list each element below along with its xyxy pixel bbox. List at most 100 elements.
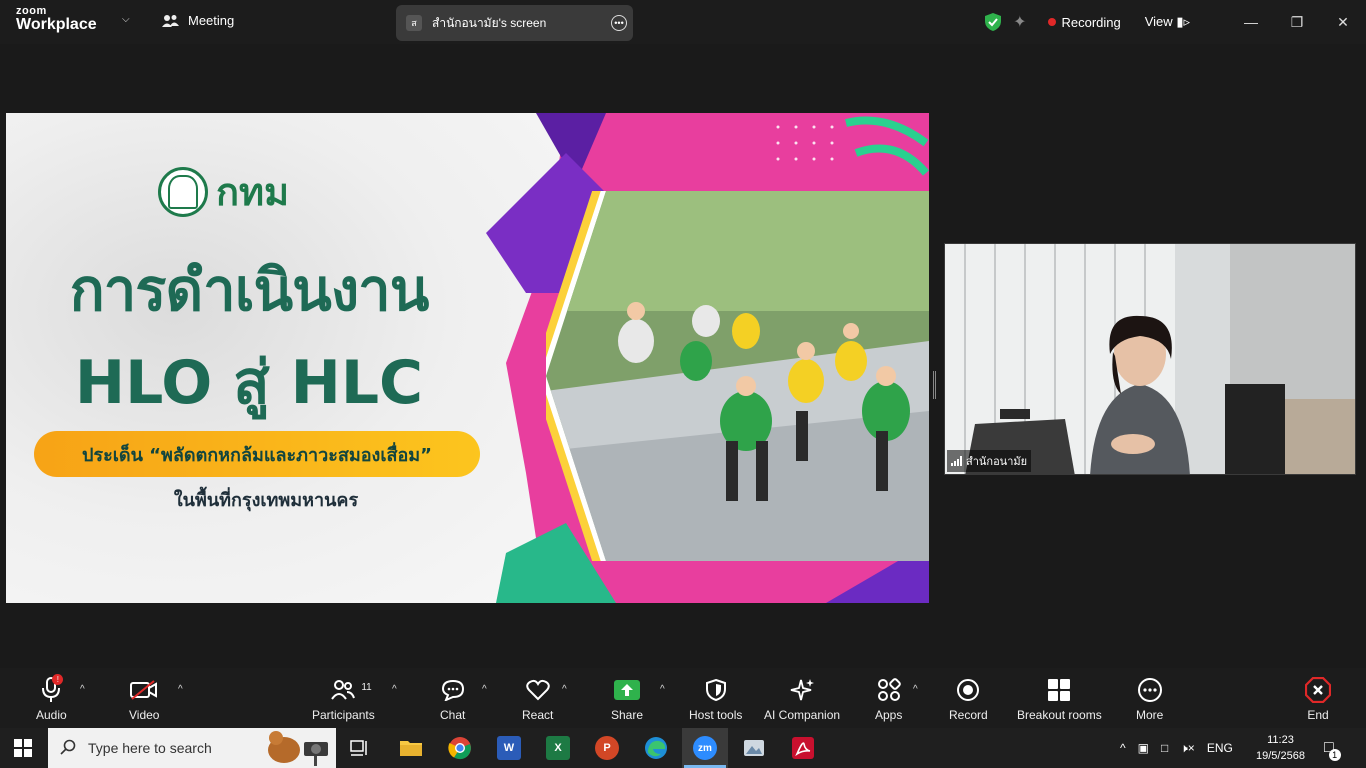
view-layout-icon: ▮▹ xyxy=(1176,14,1190,29)
exercise-photo xyxy=(546,191,929,561)
chevron-down-icon[interactable]: ⌵ xyxy=(122,14,130,25)
word-icon[interactable]: W xyxy=(497,736,521,760)
taskbar-search[interactable]: Type here to search xyxy=(48,728,336,768)
meeting-menu[interactable]: Meeting xyxy=(162,13,234,28)
windows-start-icon[interactable] xyxy=(14,739,32,757)
breakout-grid-icon xyxy=(1048,679,1071,701)
record-label: Record xyxy=(949,708,988,722)
restore-button[interactable]: ❐ xyxy=(1274,14,1320,31)
host-tools-button[interactable]: Host tools xyxy=(689,676,742,722)
tray-expand-chevron-icon[interactable]: ^ xyxy=(1120,741,1126,755)
more-label: More xyxy=(1136,708,1164,722)
participants-button[interactable]: 11 Participants xyxy=(312,676,375,722)
slide-title-line1: การดำเนินงาน xyxy=(69,256,430,324)
zoom-logo[interactable]: zoom Workplace xyxy=(16,6,97,33)
input-language[interactable]: ENG xyxy=(1207,741,1233,755)
edge-icon[interactable] xyxy=(644,736,668,760)
bma-logo: กทม xyxy=(158,161,289,222)
bma-text: กทม xyxy=(216,170,290,214)
title-bar: zoom Workplace ⌵ Meeting ส สำนักอนามัย's… xyxy=(0,0,1366,44)
task-view-icon[interactable] xyxy=(348,736,372,760)
ai-sparkle-icon[interactable]: ✦ xyxy=(1013,12,1026,32)
apps-button[interactable]: Apps xyxy=(875,676,902,722)
close-button[interactable]: ✕ xyxy=(1320,14,1366,31)
chat-button[interactable]: Chat xyxy=(440,676,465,722)
logo-bottom-text: Workplace xyxy=(16,16,97,33)
file-explorer-icon[interactable] xyxy=(399,736,423,760)
meeting-stage: กทม การดำเนินงาน HLO สู่ HLC ประเด็น “พล… xyxy=(0,44,1366,668)
heart-icon xyxy=(525,679,550,701)
share-button[interactable]: Share xyxy=(611,676,643,722)
chat-options-chevron-icon[interactable]: ^ xyxy=(482,684,487,695)
video-options-chevron-icon[interactable]: ^ xyxy=(178,684,183,695)
participants-options-chevron-icon[interactable]: ^ xyxy=(392,684,397,695)
powerpoint-icon[interactable]: P xyxy=(595,736,619,760)
view-label: View xyxy=(1144,14,1173,29)
react-label: React xyxy=(522,708,554,722)
ai-companion-icon xyxy=(790,679,815,701)
apps-label: Apps xyxy=(875,708,903,722)
slide-topic-pill: ประเด็น “พลัดตกหกล้มและภาวะสมองเสื่อม” xyxy=(34,431,480,477)
clock-time: 11:23 xyxy=(1267,734,1294,746)
participants-count: 11 xyxy=(361,682,372,693)
record-icon xyxy=(957,679,980,701)
signal-bars-icon xyxy=(951,456,962,466)
react-options-chevron-icon[interactable]: ^ xyxy=(562,684,567,695)
network-icon[interactable]: □ xyxy=(1161,741,1168,755)
zoom-icon[interactable]: zm xyxy=(693,736,717,760)
sharer-avatar: ส xyxy=(406,15,422,31)
breakout-rooms-label: Breakout rooms xyxy=(1017,708,1102,722)
video-button[interactable]: Video xyxy=(129,676,159,722)
participant-video-tile[interactable]: สำนักอนามัย xyxy=(944,243,1356,475)
view-button[interactable]: View ▮▹ xyxy=(1145,14,1190,30)
screen-share-label: สำนักอนามัย's screen xyxy=(432,15,547,30)
apps-options-chevron-icon[interactable]: ^ xyxy=(913,684,918,695)
participants-label: Participants xyxy=(312,708,375,722)
participant-video-frame xyxy=(945,244,1355,474)
breakout-rooms-button[interactable]: Breakout rooms xyxy=(1017,676,1102,722)
audio-alert-badge: ! xyxy=(52,674,64,685)
meeting-people-icon xyxy=(162,14,179,27)
meeting-controls: ! Audio ^ Video ^ 11 Participants ^ Chat… xyxy=(0,668,1366,728)
meet-now-icon[interactable]: ▣ xyxy=(1138,741,1149,755)
end-meeting-icon xyxy=(1305,677,1331,703)
host-tools-label: Host tools xyxy=(689,708,743,722)
minimize-button[interactable]: — xyxy=(1228,14,1274,30)
system-tray: ^ ▣ □ 🕨× ENG xyxy=(1120,728,1233,768)
audio-button[interactable]: ! Audio xyxy=(36,674,67,722)
react-button[interactable]: React xyxy=(522,676,553,722)
recording-indicator[interactable]: Recording xyxy=(1048,15,1121,30)
participant-name-tag: สำนักอนามัย xyxy=(947,450,1032,472)
taskbar-clock[interactable]: 11:23 19/5/2568 xyxy=(1256,732,1305,764)
shared-slide: กทม การดำเนินงาน HLO สู่ HLC ประเด็น “พล… xyxy=(6,113,929,603)
notification-count: 1 xyxy=(1328,749,1341,761)
encryption-shield-icon[interactable] xyxy=(985,13,1002,31)
ai-companion-button[interactable]: AI Companion xyxy=(764,676,840,722)
more-dots-icon xyxy=(1137,678,1162,702)
share-options-chevron-icon[interactable]: ^ xyxy=(660,684,665,695)
more-button[interactable]: More xyxy=(1136,676,1163,722)
apps-icon xyxy=(877,678,901,701)
excel-icon[interactable]: X xyxy=(546,736,570,760)
search-icon xyxy=(60,739,76,755)
audio-label: Audio xyxy=(36,708,67,722)
chat-label: Chat xyxy=(440,708,466,722)
chat-icon xyxy=(441,679,464,701)
acrobat-icon[interactable] xyxy=(791,736,815,760)
participants-icon xyxy=(331,680,356,700)
photos-icon[interactable] xyxy=(742,736,766,760)
audio-options-chevron-icon[interactable]: ^ xyxy=(80,684,85,695)
host-shield-icon xyxy=(705,679,726,701)
video-label: Video xyxy=(129,708,160,722)
more-options-icon[interactable]: ••• xyxy=(611,15,627,31)
bma-seal-icon xyxy=(158,166,208,217)
participant-name: สำนักอนามัย xyxy=(966,456,1028,468)
ai-companion-label: AI Companion xyxy=(764,708,841,722)
notification-center[interactable]: □ 1 xyxy=(1324,728,1341,768)
end-meeting-button[interactable]: End xyxy=(1305,676,1331,722)
chrome-icon[interactable] xyxy=(448,736,472,760)
screen-share-indicator[interactable]: ส สำนักอนามัย's screen ••• xyxy=(396,5,633,41)
resize-handle[interactable] xyxy=(933,371,936,399)
speaker-muted-icon[interactable]: 🕨× xyxy=(1180,741,1195,756)
record-button[interactable]: Record xyxy=(949,676,988,722)
